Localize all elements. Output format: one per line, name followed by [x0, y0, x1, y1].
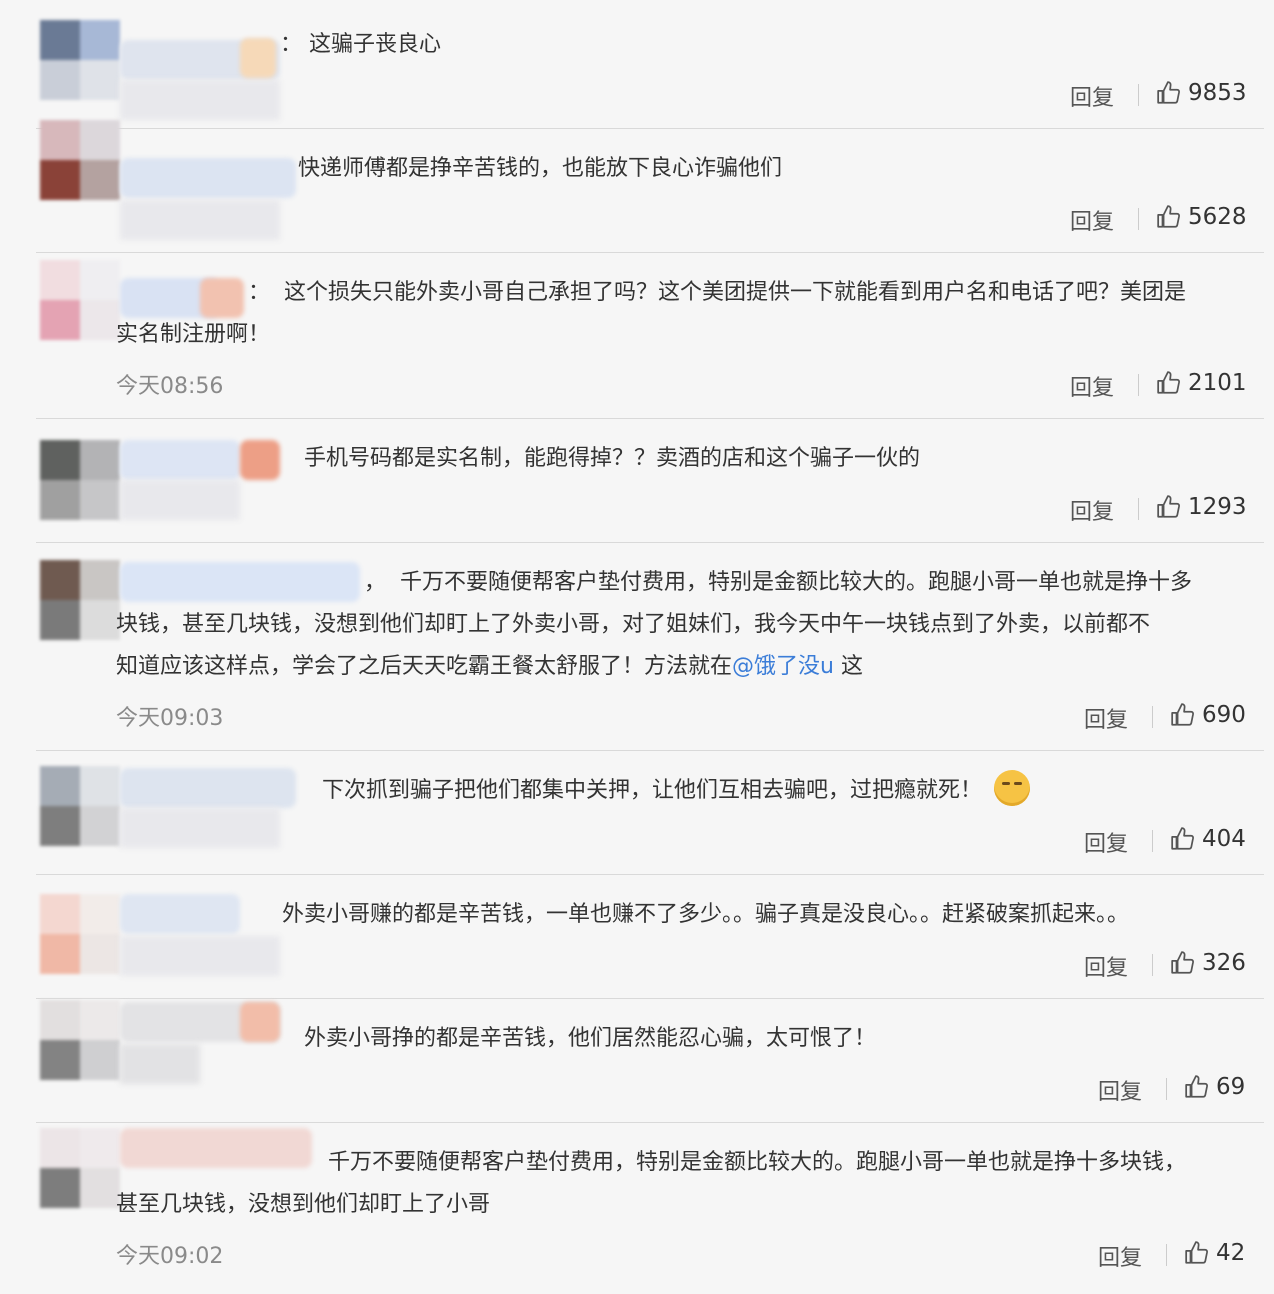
- comment-time: 今天09:02: [116, 1244, 224, 1269]
- like-button[interactable]: 42: [1184, 1240, 1245, 1266]
- reply-button[interactable]: 回复: [1098, 1240, 1142, 1272]
- comment-list: ： 这骗子丧良心 回复 9853 快递师傅都是挣辛苦钱的，也能放下良心诈骗他们 …: [0, 0, 1274, 1294]
- thumbs-up-icon: [1185, 1241, 1208, 1264]
- divider: [1166, 1244, 1167, 1266]
- comment-text: 千万不要随便帮客户垫付费用，特别是金额比较大的。跑腿小哥一单也就是挣十多块钱，: [328, 1150, 1187, 1175]
- username-blurred[interactable]: [120, 1128, 312, 1168]
- like-count: 42: [1216, 1240, 1246, 1266]
- avatar[interactable]: [40, 1128, 120, 1208]
- comment-text: 甚至几块钱，没想到他们却盯上了小哥: [116, 1192, 491, 1217]
- comment-item: 千万不要随便帮客户垫付费用，特别是金额比较大的。跑腿小哥一单也就是挣十多块钱， …: [0, 0, 1274, 1294]
